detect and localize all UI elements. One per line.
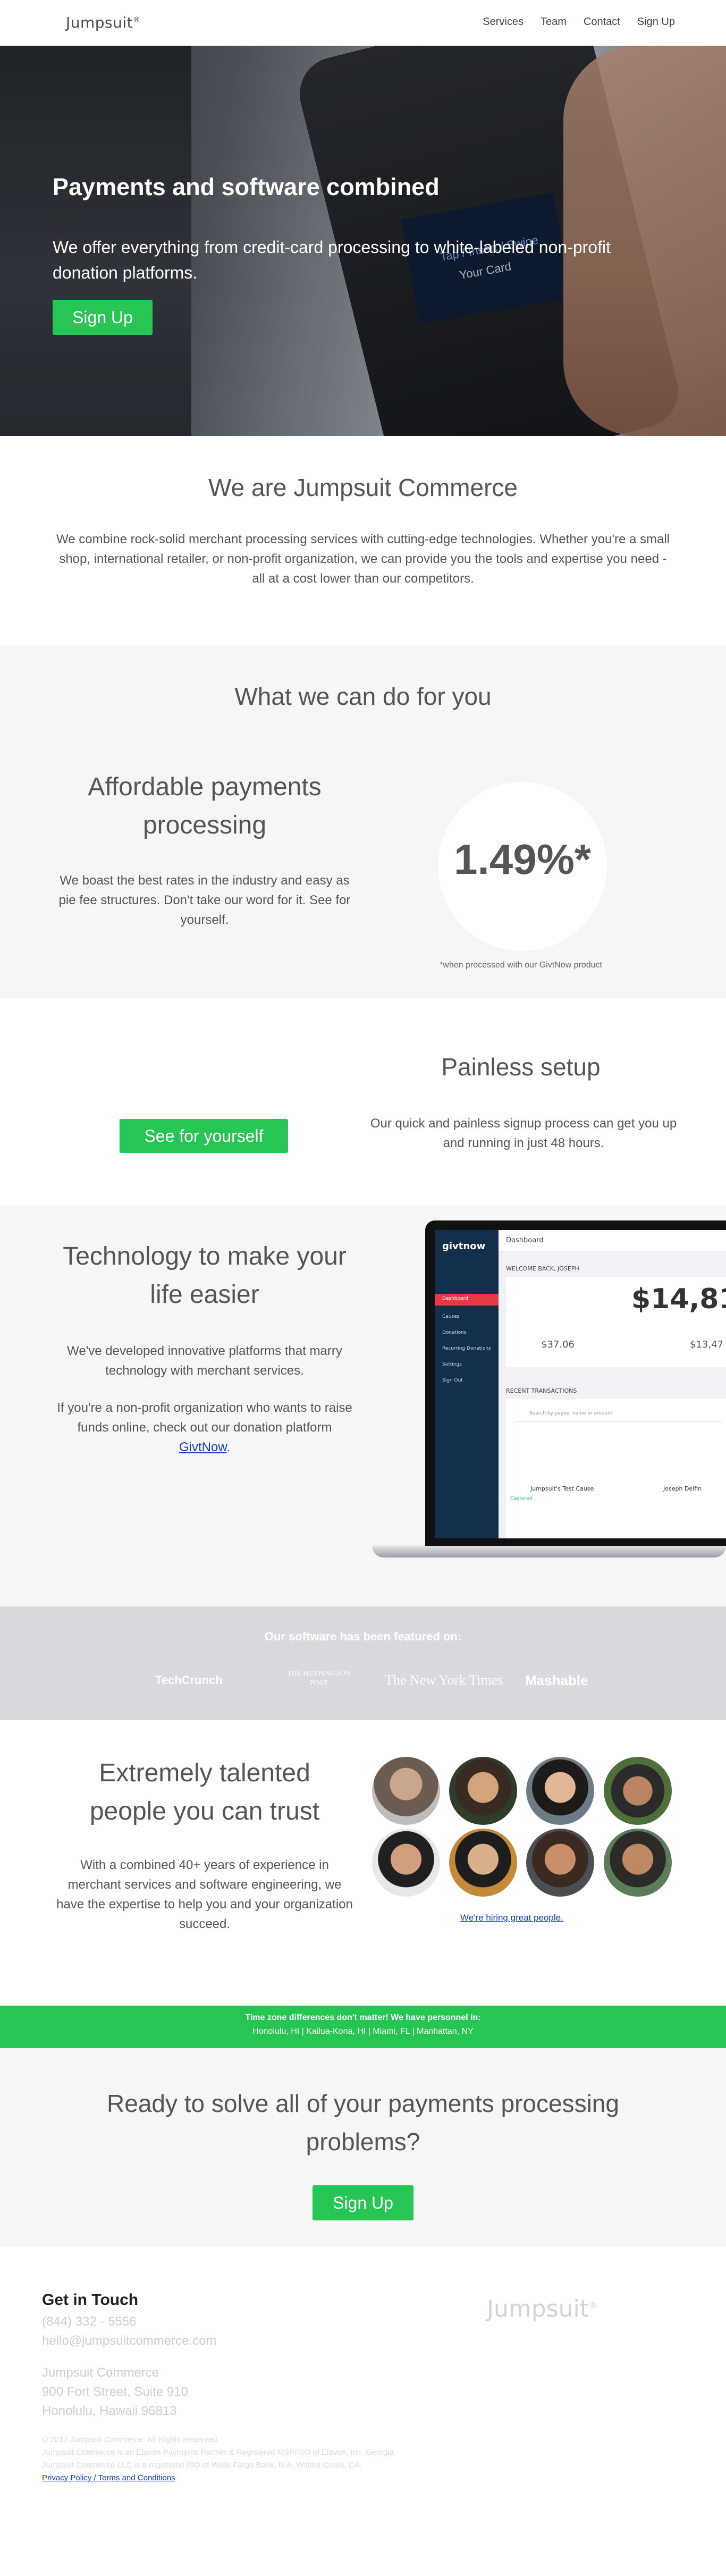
app-menu-recurring[interactable]: Recurring Donations (442, 1346, 491, 1351)
app-brand: givtnow (442, 1241, 486, 1252)
footer-address: Jumpsuit Commerce 900 Fort Street, Suite… (42, 2363, 467, 2421)
hero-signup-button[interactable]: Sign Up (53, 300, 153, 335)
nav-link-signup[interactable]: Sign Up (637, 16, 675, 28)
app-menu-causes[interactable]: Causes (442, 1314, 459, 1319)
footer-phone[interactable]: (844) 332 - 5556 (42, 2312, 467, 2331)
logo[interactable]: Jumpsuit® (66, 14, 141, 31)
nyt-logo: The New York Times (385, 1672, 503, 1688)
huffington-logo: THE HUFFINGTON POST (287, 1670, 351, 1687)
team-avatar-3 (526, 1757, 594, 1825)
nav-link-contact[interactable]: Contact (584, 16, 620, 28)
services-section: What we can do for you Affordable paymen… (0, 646, 726, 998)
about-title: We are Jumpsuit Commerce (208, 474, 518, 501)
see-for-yourself-button[interactable]: See for yourself (120, 1119, 288, 1153)
app-menu-signout[interactable]: Sign Out (442, 1378, 463, 1383)
footer-legal-3: Jumpsuit Commerce LLC is a registered IS… (42, 2461, 362, 2470)
privacy-terms-link[interactable]: Privacy Policy / Terms and Conditions (42, 2473, 175, 2482)
team-avatar-7 (526, 1829, 594, 1897)
footer-address-3: Honolulu, Hawaii 96813 (42, 2404, 177, 2418)
nav-links: Services Team Contact Sign Up (483, 16, 675, 28)
featured-title: Our software has been featured on: (264, 1630, 462, 1643)
team-avatar-8 (604, 1829, 672, 1897)
mashable-logo: Mashable (525, 1672, 588, 1688)
cta-signup-button[interactable]: Sign Up (313, 2185, 413, 2220)
footer: Get in Touch (844) 332 - 5556 hello@jump… (42, 2291, 467, 2485)
timezone-bar: Time zone differences don't matter! We h… (0, 2006, 726, 2048)
timezone-line-1: Time zone differences don't matter! We h… (245, 2013, 481, 2022)
app-search-input[interactable]: Search by payee, name or amount (514, 1405, 722, 1421)
laptop-screenshot: givtnow Dashboard Causes Donations Recur… (372, 1220, 726, 1566)
timezone-line-2: Honolulu, HI | Kailua-Kona, HI | Miami, … (252, 2027, 474, 2036)
team-avatar-5 (372, 1829, 440, 1897)
app-menu-settings[interactable]: Settings (442, 1362, 462, 1367)
rate-value: 1.49%* (454, 836, 591, 883)
rate-note: *when processed with our GivtNow product (440, 961, 602, 970)
tech-body-2: If you're a non-profit organization who … (53, 1398, 356, 1457)
affordable-body: We boast the best rates in the industry … (58, 873, 351, 927)
team-body: With a combined 40+ years of experience … (56, 1858, 353, 1931)
footer-legal-1: © 2017 Jumpsuit Commerce. All Rights Res… (42, 2435, 220, 2444)
tech-section: Technology to make your life easier We'v… (0, 1206, 726, 1606)
footer-legal: © 2017 Jumpsuit Commerce. All Rights Res… (42, 2434, 446, 2485)
nav-link-services[interactable]: Services (483, 16, 524, 28)
app-sidebar: givtnow Dashboard Causes Donations Recur… (435, 1230, 499, 1538)
footer-contact: (844) 332 - 5556 hello@jumpsuitcommerce.… (42, 2312, 467, 2351)
about-section: We are Jumpsuit Commerce We combine rock… (0, 473, 726, 588)
app-payee: Joseph Delfin (663, 1485, 702, 1492)
app-welcome: WELCOME BACK, JOSEPH (506, 1265, 579, 1272)
app-menu-donations[interactable]: Donations (442, 1330, 467, 1335)
footer-logo[interactable]: Jumpsuit® (487, 2295, 597, 2322)
about-body: We combine rock-solid merchant processin… (56, 532, 670, 586)
tech-body-1: We've developed innovative platforms tha… (67, 1344, 342, 1378)
footer-logo-mark: ® (588, 2300, 597, 2311)
setup-body: Our quick and painless signup process ca… (370, 1116, 677, 1150)
app-cause: Jumpsuit's Test Cause (530, 1485, 594, 1492)
cta-title: Ready to solve all of your payments proc… (107, 2090, 619, 2156)
services-title: What we can do for you (234, 683, 492, 710)
footer-address-1: Jumpsuit Commerce (42, 2365, 159, 2380)
app-screen: givtnow Dashboard Causes Donations Recur… (435, 1230, 726, 1538)
top-nav: Jumpsuit® Services Team Contact Sign Up (0, 0, 726, 46)
hero-title: Payments and software combined (53, 173, 440, 200)
app-recent-title: RECENT TRANSACTIONS (506, 1387, 577, 1394)
cta-section: Ready to solve all of your payments proc… (0, 2048, 726, 2246)
footer-logo-text: Jumpsuit (487, 2295, 589, 2322)
app-header: Dashboard (506, 1236, 544, 1244)
team-title: Extremely talented people you can trust (89, 1759, 320, 1825)
team-avatar-1 (372, 1757, 440, 1825)
logo-mark: ® (133, 15, 141, 24)
team-avatar-6 (449, 1829, 517, 1897)
footer-title: Get in Touch (42, 2291, 139, 2309)
affordable-title: Affordable payments processing (88, 773, 322, 839)
app-stat-2: $13,47 (690, 1339, 723, 1350)
nav-link-team[interactable]: Team (541, 16, 567, 28)
footer-email[interactable]: hello@jumpsuitcommerce.com (42, 2331, 467, 2351)
hiring-link[interactable]: We're hiring great people. (460, 1913, 563, 1923)
givtnow-link[interactable]: GivtNow (179, 1440, 226, 1454)
footer-address-2: 900 Fort Street, Suite 910 (42, 2385, 188, 2399)
tech-title: Technology to make your life easier (63, 1242, 347, 1309)
app-status: Captured (510, 1496, 533, 1501)
tech-body-2-end: . (226, 1440, 231, 1454)
featured-section: Our software has been featured on: TechC… (0, 1606, 726, 1720)
logo-text: Jumpsuit (66, 14, 133, 31)
hero-subtitle: We offer everything from credit-card pro… (53, 238, 611, 282)
app-menu-dashboard[interactable]: Dashboard (442, 1296, 468, 1301)
team-avatar-2 (449, 1757, 517, 1825)
tech-body-2-text: If you're a non-profit organization who … (57, 1401, 352, 1435)
team-avatar-4 (604, 1757, 672, 1825)
setup-title: Painless setup (441, 1053, 601, 1081)
rate-circle: 1.49%* (438, 782, 607, 951)
footer-legal-2: Jumpsuit Commerce is an Elavon Payments … (42, 2448, 396, 2457)
techcrunch-logo: TechCrunch (155, 1673, 223, 1687)
app-stat-1: $37.06 (541, 1339, 575, 1350)
hero-section: Tap / Insert / Swipe Your Card Payments … (0, 46, 726, 436)
app-big-amount: $14,81 (631, 1283, 726, 1315)
